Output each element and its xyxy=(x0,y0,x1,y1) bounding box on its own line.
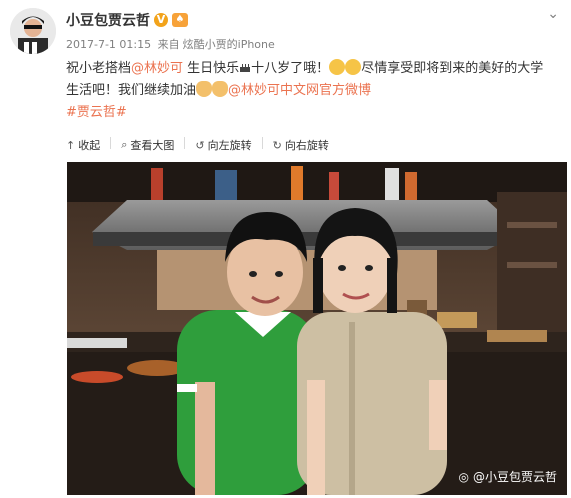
collapse-label: 收起 xyxy=(78,139,101,152)
post-text: 祝小老搭档@林妙可 生日快乐 十八岁了哦！ 尽情享受即将到来的美好的大学生活吧！我… xyxy=(66,58,556,124)
rotate-left-button[interactable]: ↺ 向左旋转 xyxy=(195,137,251,153)
avatar[interactable] xyxy=(10,8,56,54)
emoji-hand-icon xyxy=(212,81,229,97)
divider xyxy=(184,137,186,149)
arrow-up-icon: ↑ xyxy=(66,138,76,152)
username-row: 小豆包贾云哲 V ♠ xyxy=(66,10,188,30)
cake-icon xyxy=(239,59,251,72)
magnifier-icon: ⌕ xyxy=(121,138,128,151)
emoji-face-icon xyxy=(345,59,362,75)
mention-link[interactable]: @林妙可 xyxy=(131,61,183,76)
chevron-down-icon[interactable]: ⌄ xyxy=(547,6,559,22)
post-text-part: 生日快乐 xyxy=(183,61,240,76)
weibo-logo-icon: ◎ xyxy=(458,469,469,484)
post-source[interactable]: 炫酷小贾的iPhone xyxy=(183,38,275,51)
post-text-part: 祝小老搭档 xyxy=(66,61,132,76)
image-watermark: ◎ @小豆包贾云哲 xyxy=(459,468,558,485)
hashtag-link[interactable]: #贾云哲# xyxy=(66,105,127,120)
rotate-left-label: 向左旋转 xyxy=(207,139,252,152)
post-text-part: 十八岁了哦！ xyxy=(251,61,330,76)
divider xyxy=(261,137,263,149)
post-meta: 2017-7-1 01:15 来自 炫酷小贾的iPhone xyxy=(66,36,278,52)
view-large-label: 查看大图 xyxy=(130,139,175,152)
verified-badge-icon: V xyxy=(154,13,168,27)
post-photo[interactable]: ◎ @小豆包贾云哲 xyxy=(67,162,567,495)
level-badge-icon: ♠ xyxy=(172,13,188,27)
watermark-text: @小豆包贾云哲 xyxy=(472,470,557,484)
rotate-right-button[interactable]: ↻ 向右旋转 xyxy=(273,137,329,153)
photo-illustration xyxy=(67,162,567,495)
emoji-hand-icon xyxy=(196,81,213,97)
divider xyxy=(110,137,112,149)
mention-link[interactable]: @林妙可中文网官方微博 xyxy=(228,83,371,98)
image-toolbar: ↑ 收起 ⌕ 查看大图 ↺ 向左旋转 ↻ 向右旋转 xyxy=(66,137,329,153)
collapse-button[interactable]: ↑ 收起 xyxy=(66,137,100,153)
from-label: 来自 xyxy=(157,38,180,51)
rotate-right-label: 向右旋转 xyxy=(284,139,329,152)
rotate-right-icon: ↻ xyxy=(272,138,282,152)
view-large-button[interactable]: ⌕ 查看大图 xyxy=(121,137,174,153)
avatar-image xyxy=(10,8,56,54)
username[interactable]: 小豆包贾云哲 xyxy=(66,10,150,30)
emoji-face-icon xyxy=(329,59,346,75)
post-time[interactable]: 2017-7-1 01:15 xyxy=(66,38,151,51)
rotate-left-icon: ↺ xyxy=(195,138,205,152)
